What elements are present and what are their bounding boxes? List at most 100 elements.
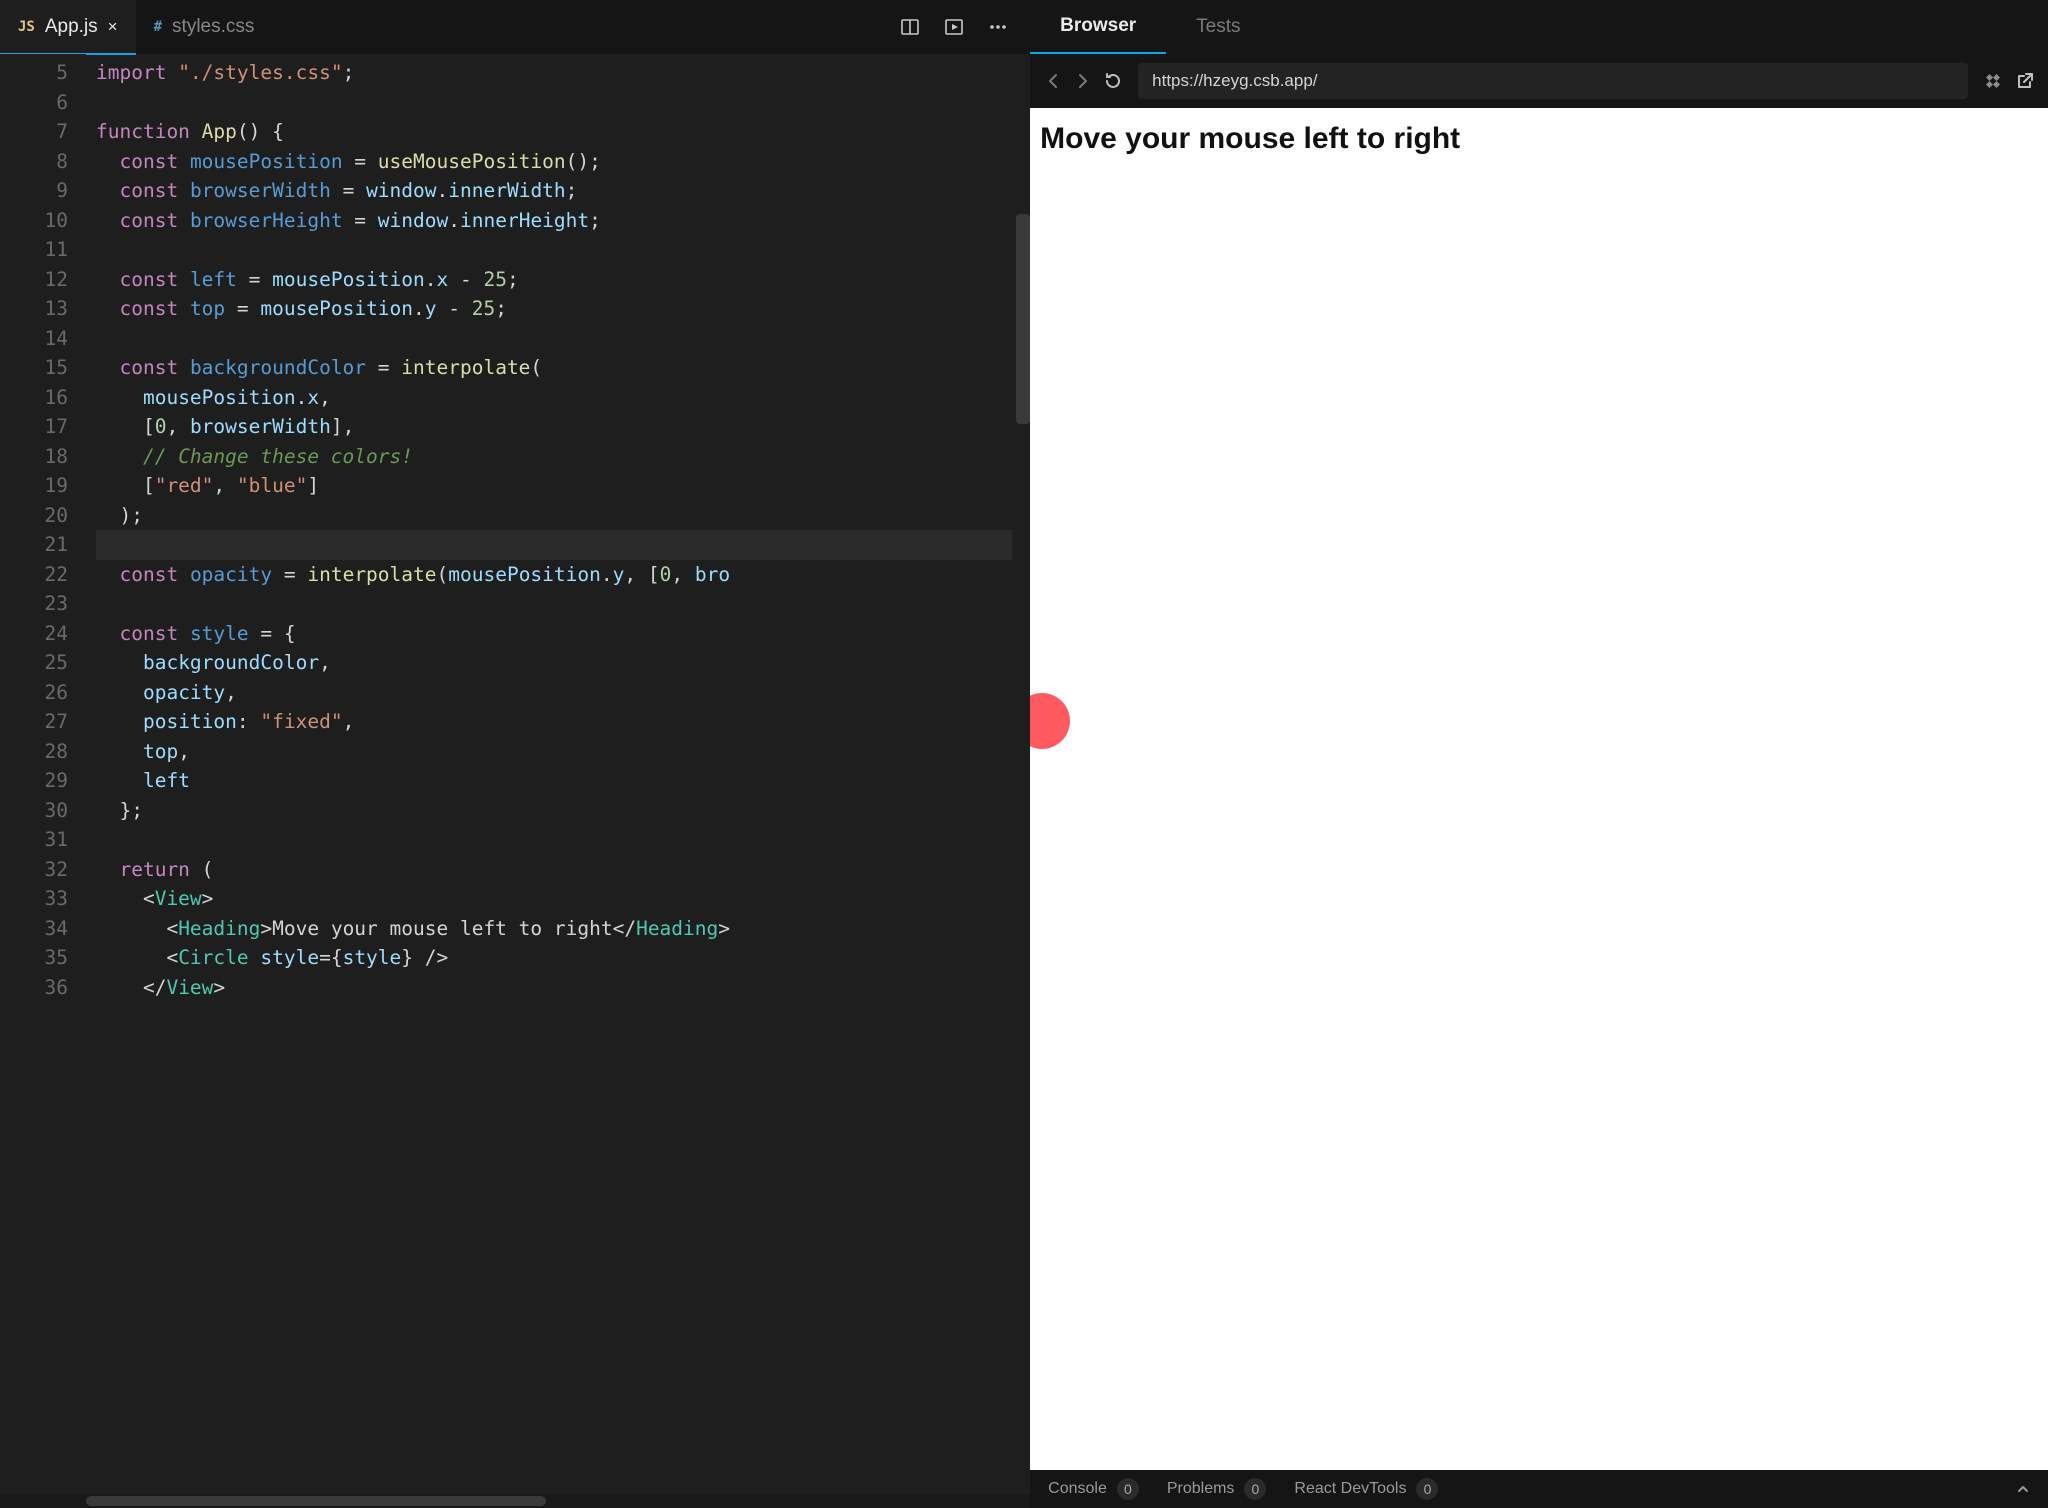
preview-addressbar — [1030, 54, 2048, 108]
line-number: 5 — [0, 58, 68, 88]
editor-tab-app-js[interactable]: JSApp.js× — [0, 0, 136, 54]
code-line[interactable]: // Change these colors! — [96, 442, 1030, 472]
line-number: 11 — [0, 235, 68, 265]
more-actions-icon[interactable] — [988, 17, 1008, 37]
line-number: 26 — [0, 678, 68, 708]
editor-pane: JSApp.js×#styles.css 5678910111213141516… — [0, 0, 1030, 1508]
line-number: 17 — [0, 412, 68, 442]
split-editor-icon[interactable] — [900, 17, 920, 37]
code-line[interactable]: const browserHeight = window.innerHeight… — [96, 206, 1030, 236]
code-line[interactable]: const style = { — [96, 619, 1030, 649]
code-line[interactable]: const mousePosition = useMousePosition()… — [96, 147, 1030, 177]
line-number: 23 — [0, 589, 68, 619]
code-line[interactable]: position: "fixed", — [96, 707, 1030, 737]
panel-label: Console — [1048, 1480, 1107, 1498]
preview-heading: Move your mouse left to right — [1030, 108, 2048, 170]
panel-count-badge: 0 — [1244, 1478, 1266, 1500]
line-number: 9 — [0, 176, 68, 206]
code-content[interactable]: import "./styles.css"; function App() { c… — [86, 54, 1030, 1494]
css-file-icon: # — [154, 19, 162, 35]
line-number: 20 — [0, 501, 68, 531]
code-line[interactable] — [96, 589, 1030, 619]
preview-url-input[interactable] — [1138, 63, 1968, 99]
devtools-panel-console[interactable]: Console 0 — [1048, 1478, 1139, 1500]
code-line[interactable]: </View> — [96, 973, 1030, 1003]
preview-tab-tests[interactable]: Tests — [1166, 0, 1270, 54]
code-line[interactable]: backgroundColor, — [96, 648, 1030, 678]
code-line[interactable]: }; — [96, 796, 1030, 826]
close-tab-icon[interactable]: × — [108, 17, 118, 37]
preview-pane: BrowserTests Move your mouse left to rig… — [1030, 0, 2048, 1508]
code-line[interactable] — [96, 324, 1030, 354]
codesandbox-icon[interactable] — [1984, 72, 2002, 90]
devtools-panel-react-devtools[interactable]: React DevTools 0 — [1294, 1478, 1438, 1500]
hscroll-thumb[interactable] — [86, 1496, 546, 1506]
line-number: 14 — [0, 324, 68, 354]
line-number: 16 — [0, 383, 68, 413]
code-line[interactable] — [96, 235, 1030, 265]
line-number: 7 — [0, 117, 68, 147]
line-number: 21 — [0, 530, 68, 560]
preview-tabbar: BrowserTests — [1030, 0, 2048, 54]
preview-circle — [1030, 693, 1070, 749]
line-number: 32 — [0, 855, 68, 885]
chevron-up-icon[interactable] — [2016, 1482, 2030, 1496]
line-number: 33 — [0, 884, 68, 914]
editor-tab-styles-css[interactable]: # styles.css — [136, 0, 273, 54]
code-line[interactable]: const backgroundColor = interpolate( — [96, 353, 1030, 383]
nav-refresh-icon[interactable] — [1104, 72, 1122, 90]
code-line[interactable] — [96, 530, 1030, 560]
code-line[interactable]: const left = mousePosition.x - 25; — [96, 265, 1030, 295]
open-external-icon[interactable] — [2016, 72, 2034, 90]
editor-tabbar: JSApp.js× # styles.css — [0, 0, 1030, 54]
line-number: 24 — [0, 619, 68, 649]
line-number: 18 — [0, 442, 68, 472]
code-line[interactable] — [96, 88, 1030, 118]
line-number: 30 — [0, 796, 68, 826]
code-line[interactable]: import "./styles.css"; — [96, 58, 1030, 88]
line-number: 10 — [0, 206, 68, 236]
code-line[interactable]: <Circle style={style} /> — [96, 943, 1030, 973]
code-line[interactable]: <View> — [96, 884, 1030, 914]
code-line[interactable]: const top = mousePosition.y - 25; — [96, 294, 1030, 324]
line-number: 35 — [0, 943, 68, 973]
line-number: 25 — [0, 648, 68, 678]
preview-tab-browser[interactable]: Browser — [1030, 0, 1166, 54]
line-number: 22 — [0, 560, 68, 590]
code-editor[interactable]: 5678910111213141516171819202122232425262… — [0, 54, 1030, 1494]
code-line[interactable]: function App() { — [96, 117, 1030, 147]
code-line[interactable]: mousePosition.x, — [96, 383, 1030, 413]
code-line[interactable]: top, — [96, 737, 1030, 767]
code-line[interactable]: ); — [96, 501, 1030, 531]
line-number: 27 — [0, 707, 68, 737]
line-number: 34 — [0, 914, 68, 944]
devtools-bottombar: Console0Problems0React DevTools0 — [1030, 1470, 2048, 1508]
line-number: 19 — [0, 471, 68, 501]
code-line[interactable]: [0, browserWidth], — [96, 412, 1030, 442]
tab-label: styles.css — [172, 16, 254, 38]
line-number: 15 — [0, 353, 68, 383]
code-line[interactable]: left — [96, 766, 1030, 796]
minimap-thumb[interactable] — [1016, 214, 1030, 424]
line-number: 31 — [0, 825, 68, 855]
panel-count-badge: 0 — [1117, 1478, 1139, 1500]
code-line[interactable]: opacity, — [96, 678, 1030, 708]
editor-minimap[interactable] — [1012, 54, 1030, 1494]
preview-layout-icon[interactable] — [944, 17, 964, 37]
line-number: 6 — [0, 88, 68, 118]
code-line[interactable] — [96, 825, 1030, 855]
code-line[interactable]: <Heading>Move your mouse left to right</… — [96, 914, 1030, 944]
code-line[interactable]: const opacity = interpolate(mousePositio… — [96, 560, 1030, 590]
panel-count-badge: 0 — [1416, 1478, 1438, 1500]
code-line[interactable]: return ( — [96, 855, 1030, 885]
line-number: 12 — [0, 265, 68, 295]
panel-label: React DevTools — [1294, 1480, 1406, 1498]
editor-tabbar-actions — [878, 0, 1030, 54]
editor-hscrollbar[interactable] — [0, 1494, 1030, 1508]
code-line[interactable]: ["red", "blue"] — [96, 471, 1030, 501]
preview-viewport[interactable]: Move your mouse left to right — [1030, 108, 2048, 1470]
devtools-panel-problems[interactable]: Problems0 — [1167, 1478, 1267, 1500]
nav-back-icon[interactable] — [1044, 72, 1062, 90]
nav-forward-icon[interactable] — [1074, 72, 1092, 90]
code-line[interactable]: const browserWidth = window.innerWidth; — [96, 176, 1030, 206]
